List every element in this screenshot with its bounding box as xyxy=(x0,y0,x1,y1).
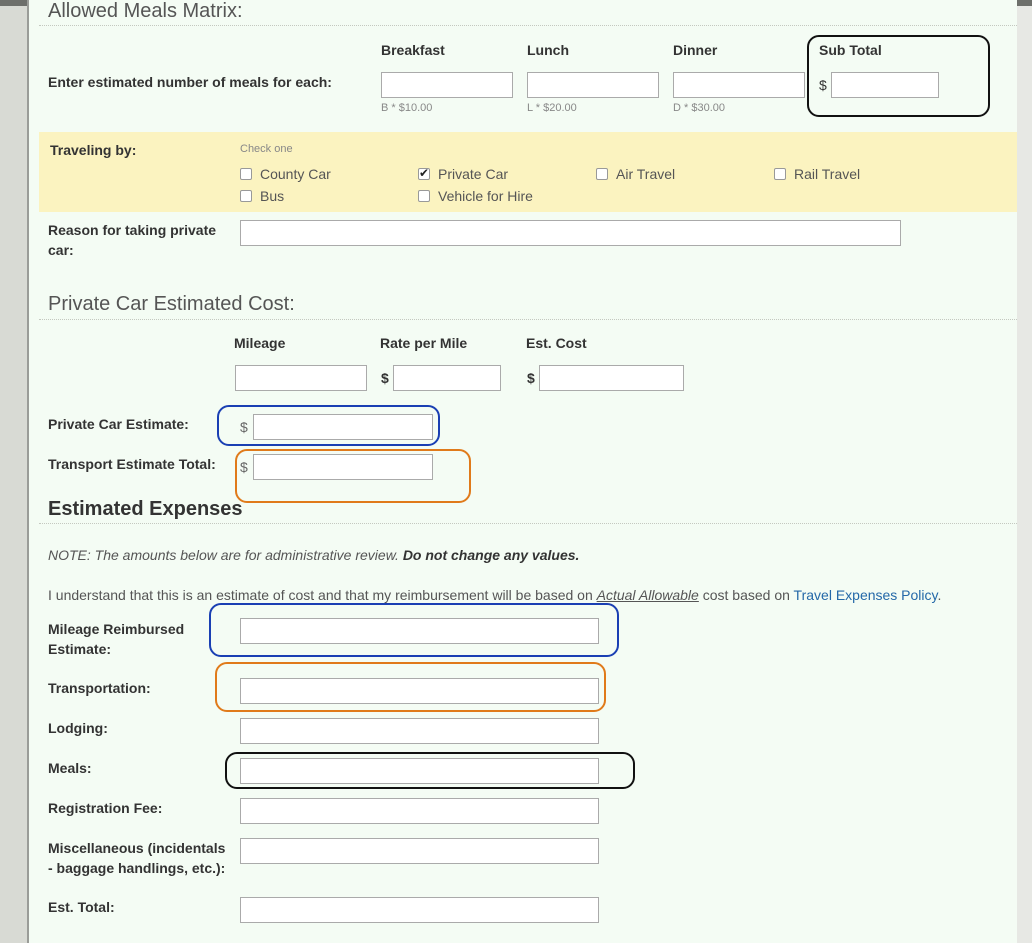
reason-input[interactable] xyxy=(240,220,901,246)
meals-matrix-title: Allowed Meals Matrix: xyxy=(48,0,243,22)
est-total-input[interactable] xyxy=(240,897,599,923)
lunch-header: Lunch xyxy=(527,42,569,58)
actual-allowable-text: Actual Allowable xyxy=(596,587,699,603)
mileage-input[interactable] xyxy=(235,365,367,391)
divider xyxy=(39,523,1017,524)
registration-fee-input[interactable] xyxy=(240,798,599,824)
est-cost-input[interactable] xyxy=(539,365,684,391)
miscellaneous-label-line2: - baggage handlings, etc.): xyxy=(48,860,226,876)
estimated-expenses-title: Estimated Expenses xyxy=(48,498,243,520)
vehicle-for-hire-checkbox[interactable] xyxy=(418,190,430,202)
divider xyxy=(39,319,1017,320)
admin-review-note: NOTE: The amounts below are for administ… xyxy=(48,547,579,563)
highlight-ring-subtotal xyxy=(807,35,990,117)
private-car-title: Private Car Estimated Cost: xyxy=(48,293,295,315)
miscellaneous-input[interactable] xyxy=(240,838,599,864)
rate-per-mile-header: Rate per Mile xyxy=(380,335,468,351)
dinner-rate-hint: D * $30.00 xyxy=(673,102,725,114)
meals-label: Meals: xyxy=(48,760,92,776)
miscellaneous-label-line1: Miscellaneous (incidentals xyxy=(48,840,226,856)
note-bold: Do not change any values. xyxy=(402,547,580,563)
county-car-checkbox[interactable] xyxy=(240,168,252,180)
air-travel-checkbox[interactable] xyxy=(596,168,608,180)
breakfast-header: Breakfast xyxy=(381,42,445,58)
breakfast-rate-hint: B * $10.00 xyxy=(381,102,433,114)
highlight-ring-mileage-reimbursed xyxy=(209,603,619,657)
reason-label-line2: car: xyxy=(48,242,74,258)
lodging-label: Lodging: xyxy=(48,720,108,736)
note-prefix: NOTE: The amounts below are for administ… xyxy=(48,547,403,563)
statement-mid: cost based on xyxy=(698,587,794,603)
check-one-hint: Check one xyxy=(240,143,293,155)
mileage-header: Mileage xyxy=(234,335,286,351)
county-car-label: County Car xyxy=(260,166,331,182)
reimbursement-statement: I understand that this is an estimate of… xyxy=(48,587,941,603)
bus-label: Bus xyxy=(260,188,285,204)
travel-expenses-policy-link[interactable]: Travel Expenses Policy xyxy=(794,587,938,603)
rail-travel-label: Rail Travel xyxy=(794,166,861,182)
statement-prefix: I understand that this is an estimate of… xyxy=(48,587,597,603)
private-car-checkbox[interactable] xyxy=(418,166,430,180)
divider xyxy=(39,25,1017,26)
mileage-reimbursed-label-line2: Estimate: xyxy=(48,641,112,657)
reason-label-line1: Reason for taking private xyxy=(48,222,217,238)
dinner-count-input[interactable] xyxy=(673,72,805,98)
vehicle-for-hire-label: Vehicle for Hire xyxy=(438,188,533,204)
left-gutter xyxy=(0,6,27,943)
rate-currency: $ xyxy=(381,370,389,386)
rate-per-mile-input[interactable] xyxy=(393,365,501,391)
cost-currency: $ xyxy=(527,370,535,386)
breakfast-count-input[interactable] xyxy=(381,72,513,98)
highlight-ring-meals xyxy=(225,752,635,789)
lodging-input[interactable] xyxy=(240,718,599,744)
highlight-ring-transportation xyxy=(215,662,606,712)
private-car-estimate-label: Private Car Estimate: xyxy=(48,416,189,432)
private-car-label: Private Car xyxy=(438,166,509,182)
lunch-rate-hint: L * $20.00 xyxy=(527,102,577,114)
highlight-ring-private-car-estimate xyxy=(217,405,440,446)
transportation-label: Transportation: xyxy=(48,680,151,696)
meals-row-label: Enter estimated number of meals for each… xyxy=(48,74,332,90)
est-cost-header: Est. Cost xyxy=(526,335,587,351)
transport-estimate-total-label: Transport Estimate Total: xyxy=(48,456,216,472)
est-total-label: Est. Total: xyxy=(48,899,115,915)
right-gutter xyxy=(1017,6,1032,943)
traveling-by-label: Traveling by: xyxy=(50,142,137,158)
rail-travel-checkbox[interactable] xyxy=(774,168,786,180)
dinner-header: Dinner xyxy=(673,42,718,58)
air-travel-label: Air Travel xyxy=(616,166,676,182)
mileage-reimbursed-label-line1: Mileage Reimbursed xyxy=(48,621,185,637)
form-page: Allowed Meals Matrix: Breakfast Lunch Di… xyxy=(27,0,1017,943)
bus-checkbox[interactable] xyxy=(240,190,252,202)
registration-fee-label: Registration Fee: xyxy=(48,800,163,816)
highlight-ring-transport-total xyxy=(235,449,471,503)
statement-suffix: . xyxy=(937,587,942,603)
lunch-count-input[interactable] xyxy=(527,72,659,98)
